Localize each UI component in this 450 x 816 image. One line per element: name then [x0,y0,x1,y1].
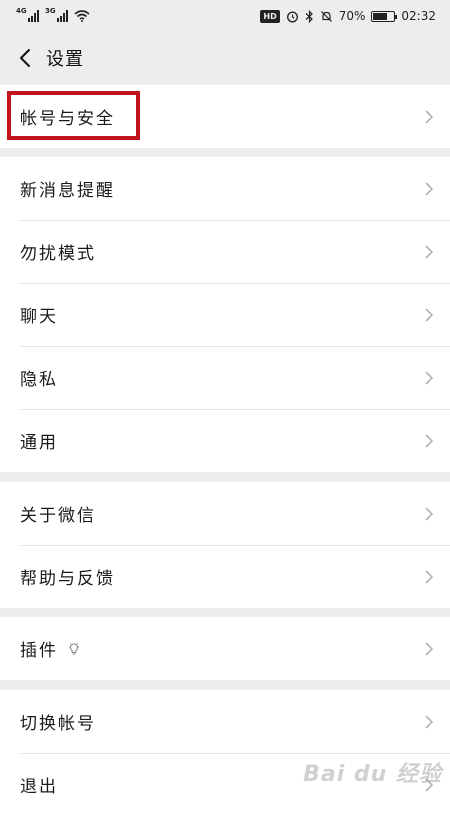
settings-item-label: 退出 [20,772,58,797]
status-bar-left: 4G 3G [16,10,90,22]
settings-item-help-feedback[interactable]: 帮助与反馈 [0,545,450,608]
wifi-icon [74,10,90,22]
settings-item-label: 聊天 [20,302,58,327]
settings-item-switch-account[interactable]: 切换帐号 [0,690,450,753]
status-time: 02:32 [401,9,436,23]
chevron-right-icon [424,244,434,260]
mute-bell-icon [320,10,333,23]
settings-item-label: 新消息提醒 [20,176,115,201]
back-button[interactable] [14,47,36,69]
settings-group-account: 帐号与安全 [0,85,450,148]
settings-item-label: 帐号与安全 [20,104,115,129]
chevron-right-icon [424,109,434,125]
settings-item-label: 隐私 [20,365,58,390]
settings-group-general: 新消息提醒 勿扰模式 聊天 隐私 通用 [0,157,450,472]
settings-group-account-switch: 切换帐号 退出 [0,690,450,816]
chevron-right-icon [424,569,434,585]
settings-item-general[interactable]: 通用 [0,409,450,472]
settings-item-label: 通用 [20,428,58,453]
settings-item-label: 勿扰模式 [20,239,96,264]
alarm-icon [286,10,299,23]
settings-item-privacy[interactable]: 隐私 [0,346,450,409]
status-bar: 4G 3G HD 70% 02:32 [0,0,450,32]
chevron-right-icon [424,506,434,522]
chevron-right-icon [424,433,434,449]
battery-icon [371,11,395,22]
settings-item-account-security[interactable]: 帐号与安全 [0,85,450,148]
settings-item-label: 帮助与反馈 [20,564,115,589]
battery-percent: 70% [339,9,366,23]
chevron-right-icon [424,370,434,386]
battery-fill [373,13,387,20]
settings-group-about: 关于微信 帮助与反馈 [0,482,450,608]
signal-1-label: 4G [16,7,27,15]
settings-item-notifications[interactable]: 新消息提醒 [0,157,450,220]
settings-item-plugins[interactable]: 插件 [0,617,450,680]
settings-item-do-not-disturb[interactable]: 勿扰模式 [0,220,450,283]
settings-item-label: 插件 [20,636,58,661]
hd-voice-icon: HD [260,10,279,23]
watermark: Bai du 经验 [303,756,442,788]
bluetooth-icon [305,10,314,23]
chevron-right-icon [424,714,434,730]
status-bar-right: HD 70% 02:32 [260,9,436,23]
settings-item-label: 关于微信 [20,501,96,526]
signal-2-label: 3G [45,7,56,15]
page-title: 设置 [46,45,84,71]
settings-item-chat[interactable]: 聊天 [0,283,450,346]
lightbulb-icon [68,642,80,656]
cellular-signal-icon-2: 3G [45,10,68,22]
chevron-left-icon [19,48,31,68]
settings-group-plugins: 插件 [0,617,450,680]
settings-item-about[interactable]: 关于微信 [0,482,450,545]
nav-header: 设置 [0,32,450,84]
chevron-right-icon [424,641,434,657]
settings-item-label: 切换帐号 [20,709,96,734]
chevron-right-icon [424,307,434,323]
cellular-signal-icon: 4G [16,10,39,22]
chevron-right-icon [424,181,434,197]
